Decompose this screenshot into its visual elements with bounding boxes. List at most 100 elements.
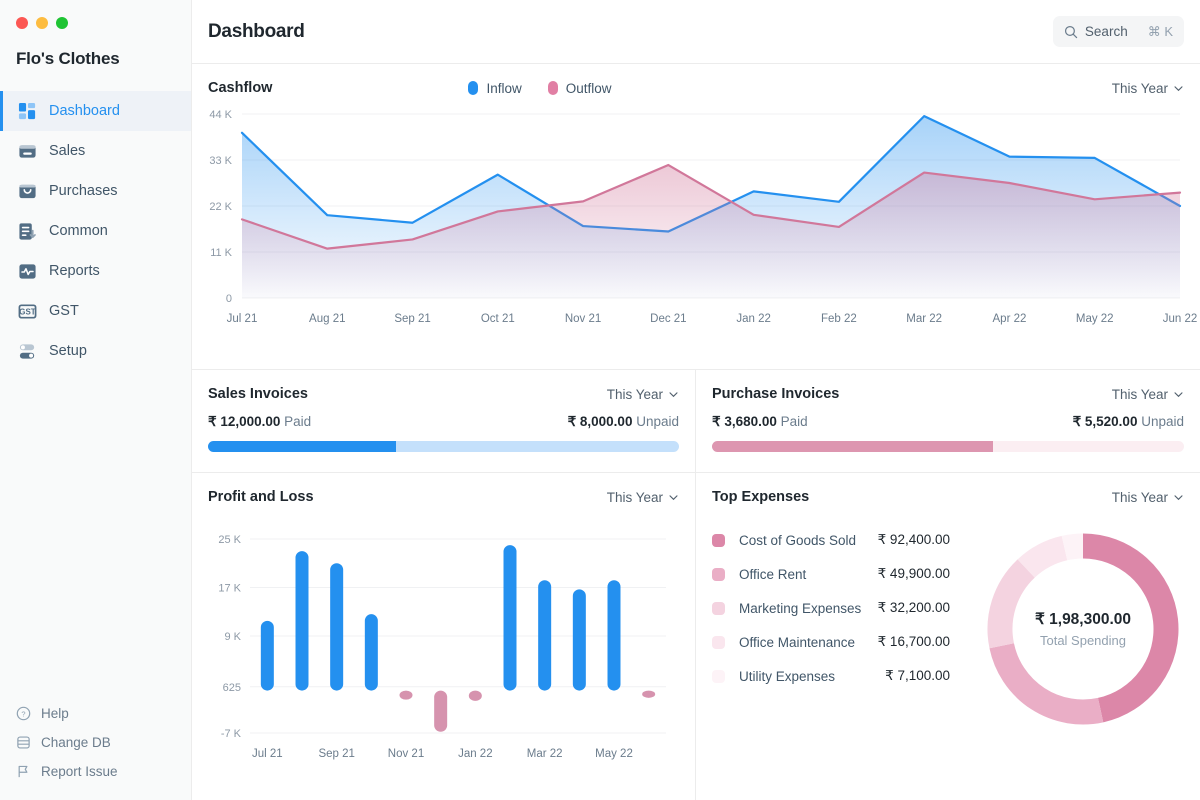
purchase-invoices-figures: ₹ 3,680.00 Paid ₹ 5,520.00 Unpaid bbox=[712, 414, 1184, 430]
cashflow-header: Cashflow Inflow Outflow This Year bbox=[192, 64, 1200, 96]
svg-text:Dec 21: Dec 21 bbox=[650, 313, 686, 325]
expense-color-swatch bbox=[712, 534, 725, 547]
expense-color-swatch bbox=[712, 568, 725, 581]
sidebar-nav: Dashboard Sales Purchases bbox=[0, 91, 191, 371]
purchase-invoices-period-selector[interactable]: This Year bbox=[1112, 387, 1184, 402]
svg-text:Jan 22: Jan 22 bbox=[458, 748, 493, 760]
donut-segment bbox=[1002, 646, 1101, 712]
chevron-down-icon bbox=[1173, 83, 1184, 94]
sales-card-icon bbox=[18, 142, 37, 161]
sales-paid-label: Paid bbox=[284, 414, 311, 429]
pl-bar bbox=[504, 545, 517, 691]
close-window-button[interactable] bbox=[16, 17, 28, 29]
sidebar-item-dashboard[interactable]: Dashboard bbox=[0, 91, 191, 131]
cashflow-period-selector[interactable]: This Year bbox=[1112, 81, 1184, 96]
pl-bar bbox=[400, 691, 413, 700]
footer-item-help[interactable]: ? Help bbox=[0, 699, 191, 728]
svg-text:Jun 22: Jun 22 bbox=[1163, 313, 1198, 325]
cashflow-legend: Inflow Outflow bbox=[468, 81, 611, 96]
donut-segment bbox=[1064, 546, 1083, 548]
dashboard-content: Cashflow Inflow Outflow This Year bbox=[192, 64, 1200, 800]
pl-bar bbox=[608, 580, 621, 690]
progress-unpaid-segment bbox=[993, 441, 1184, 452]
sidebar-item-reports[interactable]: Reports bbox=[0, 251, 191, 291]
svg-text:Apr 22: Apr 22 bbox=[993, 313, 1027, 325]
svg-text:625: 625 bbox=[223, 682, 241, 694]
svg-text:22 K: 22 K bbox=[209, 201, 232, 213]
sales-invoices-period-selector[interactable]: This Year bbox=[607, 387, 679, 402]
footer-item-label: Report Issue bbox=[41, 764, 118, 779]
svg-text:17 K: 17 K bbox=[218, 583, 241, 595]
top-expenses-donut bbox=[983, 529, 1183, 729]
purchase-invoices-title: Purchase Invoices bbox=[712, 386, 839, 402]
purchase-unpaid-label: Unpaid bbox=[1141, 414, 1184, 429]
footer-item-label: Change DB bbox=[41, 735, 111, 750]
top-expenses-header: Top Expenses This Year bbox=[696, 473, 1200, 505]
svg-text:Oct 21: Oct 21 bbox=[481, 313, 515, 325]
legend-label: Inflow bbox=[486, 81, 521, 96]
chevron-down-icon bbox=[1173, 389, 1184, 400]
profit-and-loss-card: Profit and Loss This Year -7 K6259 K17 K… bbox=[192, 473, 696, 800]
expense-amount: ₹ 16,700.00 bbox=[861, 634, 966, 650]
sales-invoices-figures: ₹ 12,000.00 Paid ₹ 8,000.00 Unpaid bbox=[208, 414, 679, 430]
sales-paid-amount: ₹ 12,000.00 bbox=[208, 414, 280, 429]
search-shortcut: ⌘ K bbox=[1148, 24, 1173, 40]
sidebar-item-gst[interactable]: GST GST bbox=[0, 291, 191, 331]
sidebar-item-purchases[interactable]: Purchases bbox=[0, 171, 191, 211]
sales-unpaid-label: Unpaid bbox=[636, 414, 679, 429]
pl-bar bbox=[330, 563, 343, 690]
sidebar-item-label: GST bbox=[49, 303, 79, 319]
cashflow-card: Cashflow Inflow Outflow This Year bbox=[192, 64, 1200, 370]
search-input[interactable]: Search ⌘ K bbox=[1053, 16, 1184, 47]
profit-and-loss-chart: -7 K6259 K17 K25 KJul 21Sep 21Nov 21Jan … bbox=[208, 531, 680, 771]
sidebar-item-label: Common bbox=[49, 223, 108, 239]
inflow-swatch bbox=[468, 81, 478, 95]
search-icon bbox=[1064, 25, 1078, 39]
expense-row[interactable]: Office Maintenance₹ 16,700.00 bbox=[712, 625, 966, 659]
expense-row[interactable]: Office Rent₹ 49,900.00 bbox=[712, 557, 966, 591]
top-expenses-donut-wrap: ₹ 1,98,300.00 Total Spending bbox=[966, 523, 1200, 729]
top-expenses-legend-list: Cost of Goods Sold₹ 92,400.00Office Rent… bbox=[696, 523, 966, 729]
expense-row[interactable]: Cost of Goods Sold₹ 92,400.00 bbox=[712, 523, 966, 557]
sidebar-item-common[interactable]: Common bbox=[0, 211, 191, 251]
purchase-unpaid-amount: ₹ 5,520.00 bbox=[1073, 414, 1138, 429]
donut-segment bbox=[1083, 546, 1166, 710]
bottom-row: Profit and Loss This Year -7 K6259 K17 K… bbox=[192, 473, 1200, 800]
footer-item-change-db[interactable]: Change DB bbox=[0, 728, 191, 757]
sidebar-item-label: Reports bbox=[49, 263, 100, 279]
profit-and-loss-header: Profit and Loss This Year bbox=[192, 473, 695, 505]
pl-bar bbox=[261, 621, 274, 691]
donut-segment bbox=[1000, 569, 1026, 646]
top-expenses-period-selector[interactable]: This Year bbox=[1112, 490, 1184, 505]
sidebar-item-label: Setup bbox=[49, 343, 87, 359]
purchase-paid-amount: ₹ 3,680.00 bbox=[712, 414, 777, 429]
period-label: This Year bbox=[1112, 81, 1168, 96]
svg-text:May 22: May 22 bbox=[1076, 313, 1114, 325]
expense-row[interactable]: Utility Expenses₹ 7,100.00 bbox=[712, 659, 966, 693]
purchase-invoices-header: Purchase Invoices This Year bbox=[696, 370, 1200, 402]
top-expenses-body: Cost of Goods Sold₹ 92,400.00Office Rent… bbox=[696, 505, 1200, 729]
help-circle-icon: ? bbox=[16, 706, 31, 721]
profit-and-loss-period-selector[interactable]: This Year bbox=[607, 490, 679, 505]
maximize-window-button[interactable] bbox=[56, 17, 68, 29]
sidebar-item-setup[interactable]: Setup bbox=[0, 331, 191, 371]
sales-paid-figure: ₹ 12,000.00 Paid bbox=[208, 414, 311, 430]
sidebar-item-sales[interactable]: Sales bbox=[0, 131, 191, 171]
purchase-unpaid-figure: ₹ 5,520.00 Unpaid bbox=[1073, 414, 1184, 430]
footer-item-report-issue[interactable]: Report Issue bbox=[0, 757, 191, 786]
svg-text:Aug 21: Aug 21 bbox=[309, 313, 345, 325]
minimize-window-button[interactable] bbox=[36, 17, 48, 29]
expense-row[interactable]: Marketing Expenses₹ 32,200.00 bbox=[712, 591, 966, 625]
sales-invoices-progress-bar bbox=[208, 441, 679, 452]
sales-invoices-header: Sales Invoices This Year bbox=[192, 370, 695, 402]
outflow-swatch bbox=[548, 81, 558, 95]
svg-text:0: 0 bbox=[226, 293, 232, 305]
svg-text:GST: GST bbox=[19, 307, 36, 316]
purchase-paid-figure: ₹ 3,680.00 Paid bbox=[712, 414, 808, 430]
sidebar-item-label: Dashboard bbox=[49, 103, 120, 119]
expense-amount: ₹ 92,400.00 bbox=[861, 532, 966, 548]
svg-text:Sep 21: Sep 21 bbox=[394, 313, 430, 325]
cashflow-chart: 011 K22 K33 K44 KJul 21Aug 21Sep 21Oct 2… bbox=[192, 100, 1200, 340]
cashflow-title: Cashflow bbox=[208, 80, 272, 96]
invoices-row: Sales Invoices This Year ₹ 12,000.00 bbox=[192, 370, 1200, 473]
